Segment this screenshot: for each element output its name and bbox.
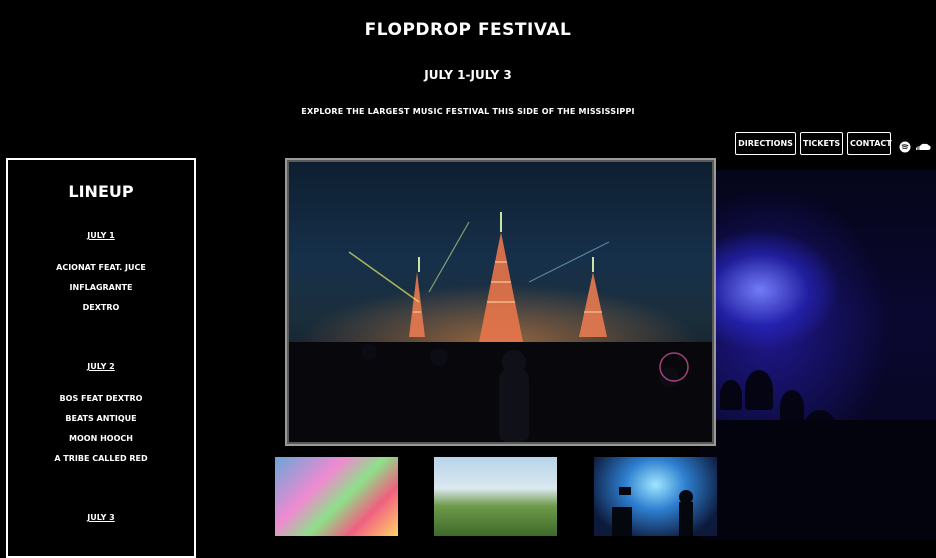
background-stage-image — [700, 170, 936, 540]
tickets-button[interactable]: TICKETS — [800, 132, 843, 155]
artist-name: DEXTRO — [82, 303, 120, 312]
day-label-july-2: JULY 2 — [87, 362, 115, 371]
soundcloud-icon[interactable] — [915, 138, 931, 150]
main-nav: DIRECTIONS TICKETS CONTACT — [735, 132, 931, 155]
gallery-image-campground[interactable] — [434, 457, 557, 536]
tagline: EXPLORE THE LARGEST MUSIC FESTIVAL THIS … — [301, 107, 635, 116]
artist-name: MOON HOOCH — [69, 434, 133, 443]
site-title: FLOPDROP FESTIVAL — [364, 20, 572, 40]
festival-dates: JULY 1-JULY 3 — [424, 68, 512, 82]
contact-button[interactable]: CONTACT — [847, 132, 892, 155]
lineup-panel: LINEUP JULY 1 ACIONAT FEAT. JUCE INFLAGR… — [6, 158, 196, 558]
directions-button[interactable]: DIRECTIONS — [735, 132, 796, 155]
day-label-july-3: JULY 3 — [87, 513, 115, 522]
day-label-july-1: JULY 1 — [87, 231, 115, 240]
hero-image-frame — [285, 158, 716, 446]
artist-name: BOS FEAT DEXTRO — [59, 394, 143, 403]
lineup-title: LINEUP — [68, 182, 134, 201]
gallery-image-color-festival[interactable] — [275, 457, 398, 536]
artist-name: A TRIBE CALLED RED — [54, 454, 148, 463]
hero-festival-image — [289, 162, 712, 442]
artist-name: ACIONAT FEAT. JUCE — [56, 263, 146, 272]
artist-name: INFLAGRANTE — [69, 283, 133, 292]
gallery-image-dj-stage[interactable] — [594, 457, 717, 536]
artist-name: BEATS ANTIQUE — [65, 414, 137, 423]
spotify-icon[interactable] — [899, 138, 911, 152]
